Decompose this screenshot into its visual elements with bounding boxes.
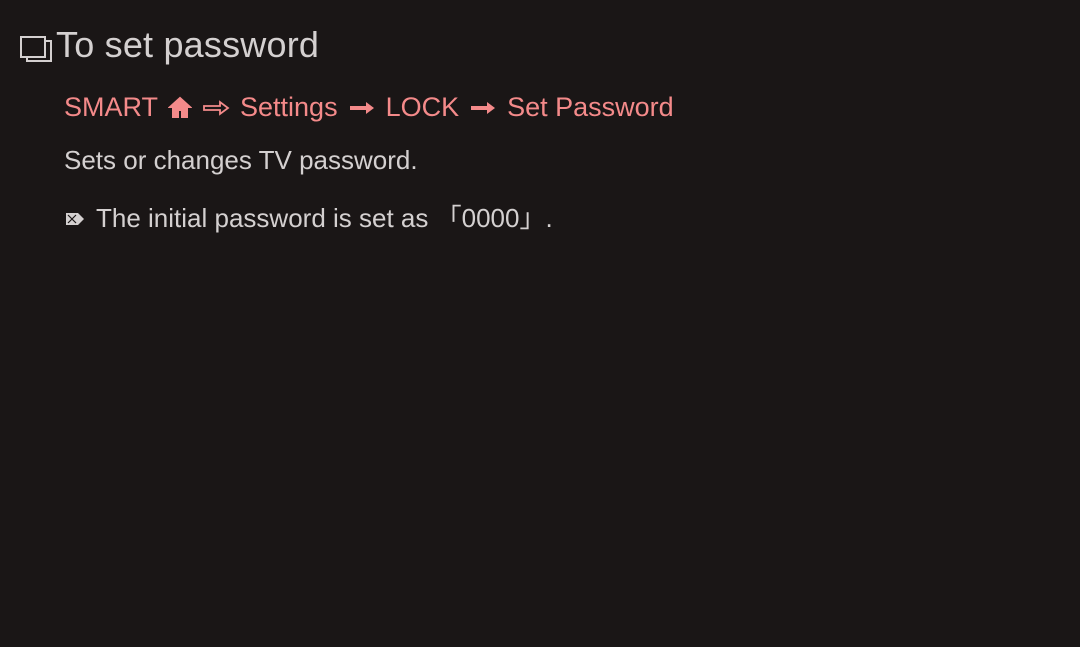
content-area: SMART Settings LOCK Set Password Sets or…: [20, 92, 1060, 235]
breadcrumb-smart: SMART: [64, 92, 158, 123]
breadcrumb: SMART Settings LOCK Set Password: [64, 92, 1060, 123]
bracket-open: 「: [436, 204, 462, 234]
breadcrumb-set-password: Set Password: [507, 92, 674, 123]
page-container: To set password SMART Settings LOCK Set …: [0, 0, 1080, 259]
bracket-close: 」: [519, 204, 545, 234]
note-text: The initial password is set as 「0000」.: [96, 198, 553, 235]
note-suffix: .: [545, 203, 552, 233]
arrow-hollow-icon: [202, 100, 230, 116]
note-value: 0000: [462, 203, 520, 233]
home-icon: [168, 96, 192, 120]
note-tag-icon: [64, 211, 86, 227]
description-text: Sets or changes TV password.: [64, 145, 1060, 176]
breadcrumb-lock: LOCK: [386, 92, 460, 123]
section-box-icon: [20, 36, 46, 58]
arrow-solid-icon: [469, 100, 497, 116]
note-prefix: The initial password is set as: [96, 203, 436, 233]
page-title: To set password: [56, 24, 319, 66]
breadcrumb-settings: Settings: [240, 92, 338, 123]
arrow-solid-icon: [348, 100, 376, 116]
title-row: To set password: [20, 24, 1060, 66]
note-row: The initial password is set as 「0000」.: [64, 198, 1060, 235]
